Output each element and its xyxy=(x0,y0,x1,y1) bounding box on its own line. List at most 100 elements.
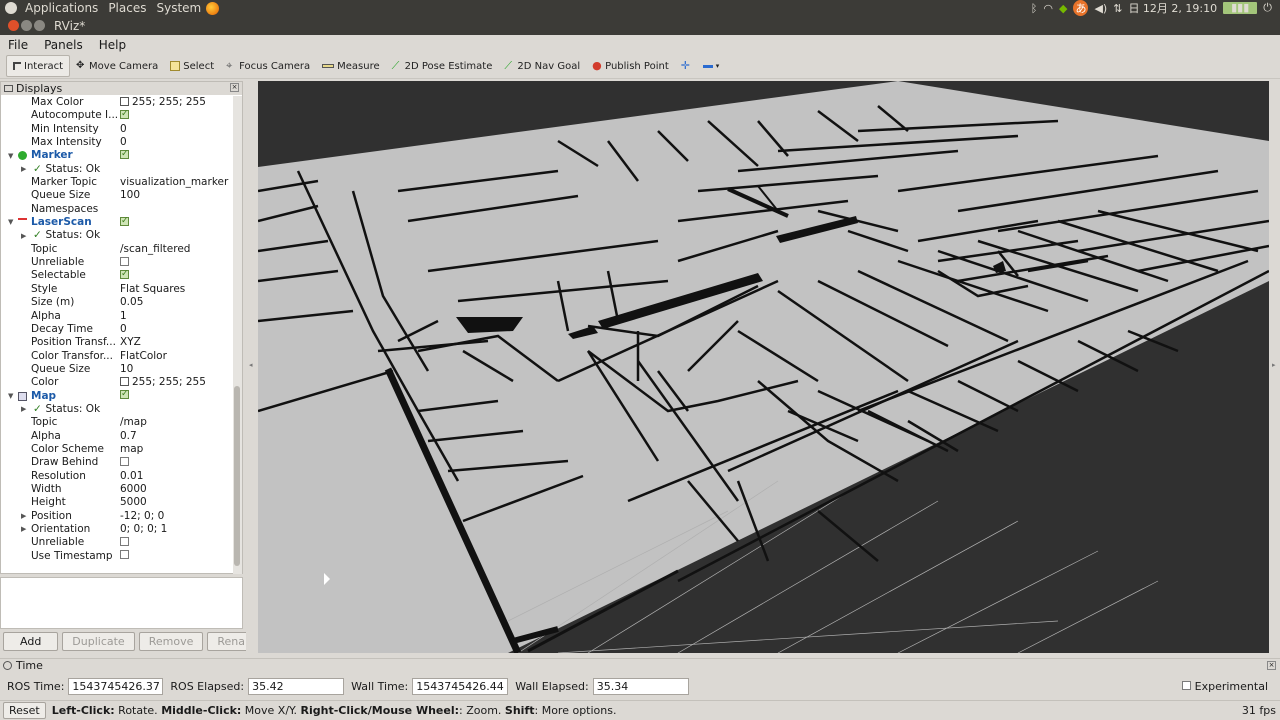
display-property-row[interactable]: Selectable xyxy=(1,268,234,282)
property-value[interactable] xyxy=(120,550,129,563)
display-property-row[interactable]: Resolution 0.01 xyxy=(1,470,234,483)
property-value[interactable]: 0; 0; 0; 1 xyxy=(120,523,167,536)
wifi-icon[interactable]: ◠ xyxy=(1043,2,1053,15)
display-property-row[interactable]: Alpha 0.7 xyxy=(1,430,234,443)
display-property-row[interactable]: Queue Size 100 xyxy=(1,189,234,202)
ubuntu-logo-icon[interactable] xyxy=(5,2,17,14)
property-value[interactable]: 0 xyxy=(120,323,127,336)
display-property-row[interactable]: Width 6000 xyxy=(1,483,234,496)
expand-closed-icon[interactable]: ▶ xyxy=(21,403,29,416)
expand-open-icon[interactable]: ▼ xyxy=(8,390,16,403)
displays-scrollbar[interactable] xyxy=(233,96,242,574)
display-property-row[interactable]: Unreliable xyxy=(1,536,234,549)
battery-icon[interactable]: ▮▮▮ xyxy=(1223,2,1258,14)
expand-open-icon[interactable]: ▼ xyxy=(8,216,16,229)
display-property-row[interactable]: Namespaces xyxy=(1,203,234,216)
tool-options-dropdown[interactable]: ▾ xyxy=(697,55,726,77)
display-property-row[interactable]: Draw Behind xyxy=(1,456,234,469)
display-property-row[interactable]: Topic/scan_filtered xyxy=(1,243,234,256)
display-property-row[interactable]: Min Intensity 0 xyxy=(1,123,234,136)
property-value[interactable]: XYZ xyxy=(120,336,141,349)
publish-point-tool-button[interactable]: ● Publish Point xyxy=(586,55,675,77)
right-splitter[interactable]: ▸ xyxy=(1270,81,1280,653)
display-property-row[interactable]: Color Transfor... FlatColor xyxy=(1,350,234,363)
help-menu[interactable]: Help xyxy=(91,38,134,52)
expand-closed-icon[interactable]: ▶ xyxy=(21,230,29,243)
property-value[interactable] xyxy=(120,148,129,162)
property-value[interactable]: 100 xyxy=(120,189,140,202)
display-property-row[interactable]: ▶ Orientation 0; 0; 0; 1 xyxy=(1,523,234,536)
property-checkbox[interactable] xyxy=(120,256,129,266)
display-property-row[interactable]: Queue Size 10 xyxy=(1,363,234,376)
power-icon[interactable]: ⏻ xyxy=(1263,1,1272,15)
3d-render-view[interactable] xyxy=(258,81,1269,653)
display-property-row[interactable]: ▼ LaserScan xyxy=(1,215,234,229)
display-property-row[interactable]: Color Scheme map xyxy=(1,443,234,456)
property-value[interactable] xyxy=(120,108,129,122)
2d-pose-estimate-tool-button[interactable]: ⟋ 2D Pose Estimate xyxy=(386,55,499,77)
file-menu[interactable]: File xyxy=(0,38,36,52)
property-checkbox[interactable] xyxy=(120,268,129,281)
experimental-checkbox[interactable] xyxy=(1181,680,1191,690)
color-swatch[interactable] xyxy=(120,376,129,386)
wall-elapsed-field[interactable]: 35.34 xyxy=(592,677,689,695)
property-value[interactable]: 0 xyxy=(120,123,127,136)
nvidia-icon[interactable]: ◆ xyxy=(1059,2,1067,15)
system-menu[interactable]: System xyxy=(151,0,206,16)
add-display-button[interactable]: Add xyxy=(3,632,59,651)
property-value[interactable]: 0.7 xyxy=(120,430,137,443)
display-property-row[interactable]: Use Timestamp xyxy=(1,550,234,563)
property-value[interactable] xyxy=(120,388,129,403)
ros-elapsed-field[interactable]: 35.42 xyxy=(248,677,345,695)
display-property-row[interactable]: Position Transf... XYZ xyxy=(1,336,234,349)
display-property-row[interactable]: Size (m) 0.05 xyxy=(1,296,234,309)
color-swatch[interactable] xyxy=(120,96,129,106)
collapse-right-icon[interactable]: ▸ xyxy=(1272,361,1276,369)
minimize-window-icon[interactable] xyxy=(21,20,32,31)
property-checkbox[interactable] xyxy=(120,108,129,121)
clock[interactable]: 日 12月 2, 19:10 xyxy=(1128,0,1217,16)
focus-camera-tool-button[interactable]: ⌖ Focus Camera xyxy=(220,55,316,77)
property-value[interactable]: 5000 xyxy=(120,496,147,509)
displays-tree[interactable]: Max Color 255; 255; 255 Autocompute I...Mi… xyxy=(1,96,234,574)
property-checkbox[interactable] xyxy=(120,536,129,546)
display-property-row[interactable]: Height 5000 xyxy=(1,496,234,509)
expand-closed-icon[interactable]: ▶ xyxy=(21,523,29,536)
left-splitter[interactable]: ◂ xyxy=(246,81,258,653)
property-value[interactable]: map xyxy=(120,443,143,456)
2d-nav-goal-tool-button[interactable]: ⟋ 2D Nav Goal xyxy=(498,55,586,77)
property-value[interactable]: 1 xyxy=(120,310,127,323)
display-property-row[interactable]: ▼ Map xyxy=(1,388,234,403)
display-property-row[interactable]: ▼ Marker xyxy=(1,148,234,162)
property-checkbox[interactable] xyxy=(120,148,129,161)
select-tool-button[interactable]: Select xyxy=(164,55,220,77)
reset-button[interactable]: Reset xyxy=(3,702,46,719)
property-value[interactable] xyxy=(120,456,129,469)
interact-tool-button[interactable]: Interact xyxy=(6,55,71,77)
close-panel-icon[interactable]: × xyxy=(230,83,239,92)
display-property-row[interactable]: Max Color 255; 255; 255 xyxy=(1,96,234,109)
display-property-row[interactable]: Color 255; 255; 255 xyxy=(1,376,234,389)
display-property-row[interactable]: Alpha 1 xyxy=(1,310,234,323)
property-value[interactable]: -12; 0; 0 xyxy=(120,510,164,523)
property-value[interactable] xyxy=(120,215,129,229)
close-window-icon[interactable] xyxy=(8,20,19,31)
places-menu[interactable]: Places xyxy=(103,0,151,16)
move-camera-tool-button[interactable]: ✥ Move Camera xyxy=(70,55,164,77)
firefox-icon[interactable] xyxy=(206,1,220,15)
bluetooth-icon[interactable]: ᛒ xyxy=(1031,2,1038,15)
applications-menu[interactable]: Applications xyxy=(20,0,103,16)
network-icon[interactable]: ⇅ xyxy=(1113,2,1122,15)
property-value[interactable]: FlatColor xyxy=(120,350,167,363)
property-value[interactable]: visualization_marker xyxy=(120,176,228,189)
property-value[interactable]: 0.05 xyxy=(120,296,143,309)
property-value[interactable] xyxy=(120,536,129,549)
property-value[interactable]: /map xyxy=(120,416,147,429)
panels-menu[interactable]: Panels xyxy=(36,38,91,52)
display-property-row[interactable]: Decay Time 0 xyxy=(1,323,234,336)
remove-display-button[interactable]: Remove xyxy=(138,632,204,651)
map-render[interactable] xyxy=(258,81,1269,653)
window-title-bar[interactable]: RViz* xyxy=(0,16,1280,35)
property-value[interactable]: 255; 255; 255 xyxy=(120,96,206,109)
display-property-row[interactable]: ▶ ✓ Status: Ok xyxy=(1,403,234,416)
